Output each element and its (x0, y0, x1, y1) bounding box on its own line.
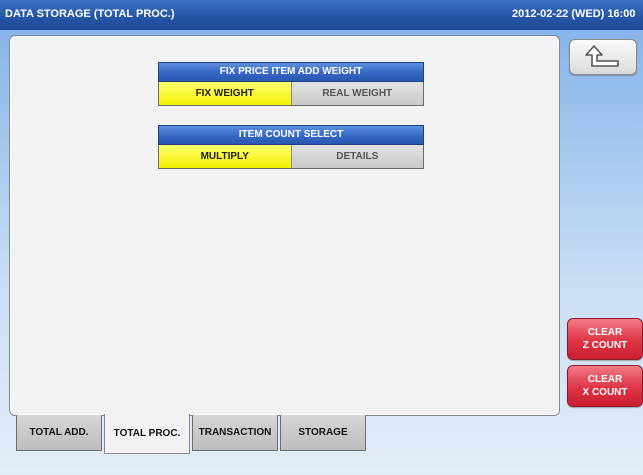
fix-price-item-add-weight-group: FIX PRICE ITEM ADD WEIGHT FIX WEIGHT REA… (158, 62, 424, 106)
screen-title: DATA STORAGE (TOTAL PROC.) (5, 8, 175, 20)
item-count-select-group: ITEM COUNT SELECT MULTIPLY DETAILS (158, 125, 424, 169)
option-row: FIX WEIGHT REAL WEIGHT (158, 82, 424, 106)
multiply-option[interactable]: MULTIPLY (159, 145, 292, 168)
tab-transaction[interactable]: TRANSACTION (192, 415, 278, 451)
back-button[interactable] (569, 39, 637, 75)
fix-weight-option[interactable]: FIX WEIGHT (159, 82, 292, 105)
tab-storage[interactable]: STORAGE (280, 415, 366, 451)
group-title: ITEM COUNT SELECT (158, 125, 424, 145)
tab-total-add[interactable]: TOTAL ADD. (16, 415, 102, 451)
clear-x-count-button[interactable]: CLEAR X COUNT (567, 365, 643, 407)
details-option[interactable]: DETAILS (291, 145, 423, 168)
title-bar: DATA STORAGE (TOTAL PROC.) 2012-02-22 (W… (0, 0, 643, 30)
tab-total-proc[interactable]: TOTAL PROC. (104, 414, 190, 454)
date-time: 2012-02-22 (WED) 16:00 (512, 8, 636, 20)
clear-x-line2: X COUNT (582, 387, 628, 398)
group-title: FIX PRICE ITEM ADD WEIGHT (158, 62, 424, 82)
clear-z-count-button[interactable]: CLEAR Z COUNT (567, 318, 643, 360)
clear-z-line1: CLEAR (587, 327, 623, 338)
clear-z-line2: Z COUNT (582, 340, 628, 351)
return-arrow-icon (585, 45, 619, 67)
clear-x-line1: CLEAR (587, 374, 623, 385)
settings-panel: FIX PRICE ITEM ADD WEIGHT FIX WEIGHT REA… (9, 35, 560, 416)
real-weight-option[interactable]: REAL WEIGHT (291, 82, 423, 105)
option-row: MULTIPLY DETAILS (158, 145, 424, 169)
